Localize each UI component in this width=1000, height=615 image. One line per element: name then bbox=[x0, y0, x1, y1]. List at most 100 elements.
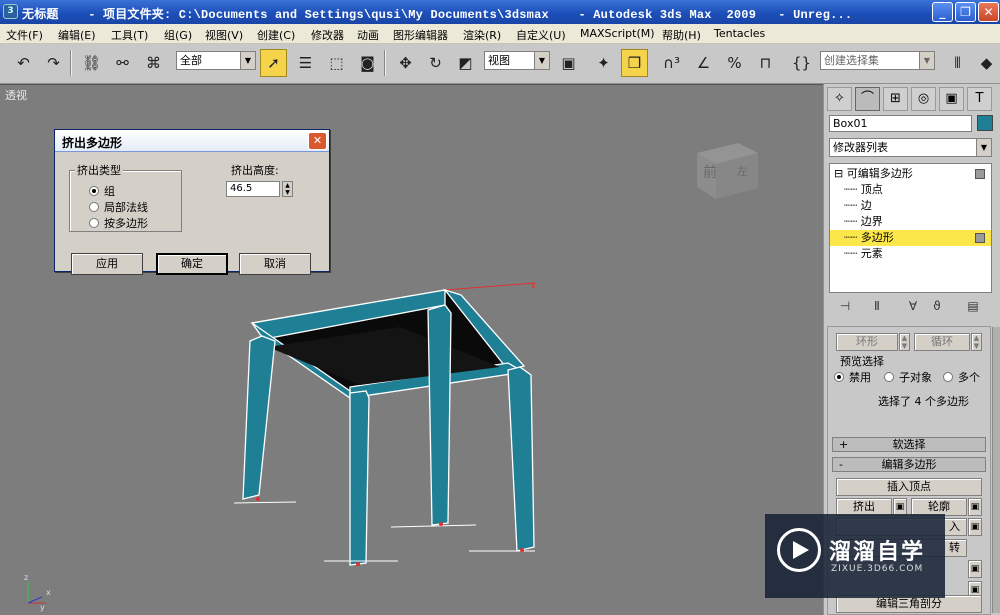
configure-modifier-sets-icon[interactable]: ▤ bbox=[964, 297, 982, 315]
make-unique-icon[interactable]: ∀ bbox=[904, 297, 922, 315]
menu-edit[interactable]: 编辑(E) bbox=[58, 27, 96, 43]
stack-item-editable-poly[interactable]: ⊟ 可编辑多边形 bbox=[830, 166, 991, 182]
menu-customize[interactable]: 自定义(U) bbox=[516, 27, 566, 43]
radio-local-normal[interactable]: 局部法线 bbox=[89, 199, 148, 215]
snap-3d-icon[interactable]: ∩³ bbox=[658, 49, 685, 77]
command-panel-scrollbar[interactable] bbox=[992, 327, 1000, 613]
stack-item-polygon[interactable]: ┈┈ 多边形 bbox=[830, 230, 991, 246]
spinner-snap-icon[interactable]: ⊓ bbox=[752, 49, 779, 77]
undo-icon[interactable]: ↶ bbox=[10, 49, 37, 77]
select-and-move-icon[interactable]: ✥ bbox=[392, 49, 419, 77]
stack-item-edge[interactable]: ┈┈ 边 bbox=[830, 198, 991, 214]
select-and-scale-icon[interactable]: ◩ bbox=[452, 49, 479, 77]
named-selection-dropdown[interactable]: 创建选择集 ▼ bbox=[820, 51, 935, 70]
edit-polygons-rollout[interactable]: - 编辑多边形 bbox=[832, 457, 986, 472]
stack-item-element[interactable]: ┈┈ 元素 bbox=[830, 246, 991, 262]
cancel-button[interactable]: 取消 bbox=[239, 253, 311, 275]
perspective-viewport[interactable]: 前 左 x z x y 透视 挤出多边形 ✕ 挤出类型 组 局部法线 按多边形 … bbox=[0, 84, 823, 615]
stack-visibility-icon[interactable] bbox=[975, 169, 985, 179]
reference-coordinate-dropdown[interactable]: 视图 ▼ bbox=[484, 51, 550, 70]
extrusion-height-input[interactable]: 46.5 bbox=[226, 181, 280, 197]
table-leg-front-left bbox=[349, 390, 370, 566]
inset-settings-icon[interactable]: ▣ bbox=[968, 518, 982, 536]
menu-animation[interactable]: 动画 bbox=[357, 27, 379, 43]
main-toolbar: ↶ ↷ ⛓ ⚯ ⌘ 全部 ▼ ➚ ☰ ⬚ ◙ ✥ ↻ ◩ 视图 ▼ ▣ ✦ ❒ ∩³… bbox=[0, 44, 1000, 84]
menu-graph-editors[interactable]: 图形编辑器 bbox=[393, 27, 448, 43]
dialog-title: 挤出多边形 bbox=[55, 130, 329, 152]
close-button[interactable]: ✕ bbox=[978, 2, 999, 22]
menu-rendering[interactable]: 渲染(R) bbox=[463, 27, 501, 43]
object-color-swatch[interactable] bbox=[977, 115, 993, 131]
menu-help[interactable]: 帮助(H) bbox=[662, 27, 701, 43]
menu-tools[interactable]: 工具(T) bbox=[111, 27, 148, 43]
redo-icon[interactable]: ↷ bbox=[40, 49, 67, 77]
hierarchy-tab-icon[interactable]: ⊞ bbox=[883, 87, 908, 111]
menu-create[interactable]: 创建(C) bbox=[257, 27, 295, 43]
show-end-result-icon[interactable]: Ⅱ bbox=[868, 297, 886, 315]
restore-button[interactable]: ❐ bbox=[955, 2, 976, 22]
angle-snap-icon[interactable]: ∠ bbox=[690, 49, 717, 77]
menu-file[interactable]: 文件(F) bbox=[6, 27, 43, 43]
outline-settings-icon[interactable]: ▣ bbox=[968, 498, 982, 516]
radio-group-label: 组 bbox=[104, 185, 115, 198]
selection-filter-dropdown[interactable]: 全部 ▼ bbox=[176, 51, 256, 70]
select-and-manipulate-icon[interactable]: ✦ bbox=[590, 49, 617, 77]
menu-tentacles[interactable]: Tentacles bbox=[714, 27, 765, 40]
modify-tab-icon[interactable]: ⌒ bbox=[855, 87, 880, 111]
radio-group[interactable]: 组 bbox=[89, 183, 115, 199]
stack-item-border[interactable]: ┈┈ 边界 bbox=[830, 214, 991, 230]
percent-snap-icon[interactable]: % bbox=[721, 49, 748, 77]
align-icon[interactable]: ◆ bbox=[973, 49, 1000, 77]
snaps-toggle-icon[interactable]: ❒ bbox=[621, 49, 648, 77]
extrusion-height-spinner[interactable]: ▲ ▼ bbox=[282, 181, 293, 197]
radio-preview-off[interactable]: 禁用 bbox=[834, 369, 871, 385]
apply-button[interactable]: 应用 bbox=[71, 253, 143, 275]
rollout-sign: - bbox=[839, 458, 843, 471]
radio-preview-multi[interactable]: 多个 bbox=[943, 369, 980, 385]
select-by-name-icon[interactable]: ☰ bbox=[292, 49, 319, 77]
rollout-title: 软选择 bbox=[892, 438, 926, 451]
bind-to-space-warp-icon[interactable]: ⌘ bbox=[140, 49, 167, 77]
menu-group[interactable]: 组(G) bbox=[164, 27, 192, 43]
menu-views[interactable]: 视图(V) bbox=[205, 27, 243, 43]
viewport-label[interactable]: 透视 bbox=[5, 87, 27, 103]
ok-button[interactable]: 确定 bbox=[156, 253, 228, 275]
pin-stack-icon[interactable]: ⊣ bbox=[836, 297, 854, 315]
stack-item-label: 多边形 bbox=[860, 231, 894, 244]
stack-item-vertex[interactable]: ┈┈ 顶点 bbox=[830, 182, 991, 198]
loop-spinner[interactable]: ▲ ▼ bbox=[971, 333, 982, 351]
ring-spinner[interactable]: ▲ ▼ bbox=[899, 333, 910, 351]
settings-icon[interactable]: ▣ bbox=[968, 560, 982, 578]
modifier-list-dropdown[interactable]: 修改器列表 ▼ bbox=[829, 138, 992, 157]
stack-item-label: 可编辑多边形 bbox=[846, 167, 913, 180]
rectangular-selection-icon[interactable]: ⬚ bbox=[323, 49, 350, 77]
window-crossing-icon[interactable]: ◙ bbox=[354, 49, 381, 77]
dialog-close-button[interactable]: ✕ bbox=[308, 132, 327, 150]
motion-tab-icon[interactable]: ◎ bbox=[911, 87, 936, 111]
loop-button[interactable]: 循环 bbox=[914, 333, 970, 351]
menu-maxscript[interactable]: MAXScript(M) bbox=[580, 27, 655, 40]
mirror-icon[interactable]: ⫴ bbox=[944, 49, 971, 77]
select-and-link-icon[interactable]: ⛓ bbox=[78, 49, 105, 77]
modifier-stack: ⊟ 可编辑多边形 ┈┈ 顶点 ┈┈ 边 ┈┈ 边界 ┈┈ 多边形 ┈┈ 元素 bbox=[829, 163, 992, 293]
soft-selection-rollout[interactable]: + 软选择 bbox=[832, 437, 986, 452]
object-name-field[interactable]: Box01 bbox=[829, 115, 972, 132]
radio-dot-icon bbox=[943, 372, 953, 382]
stack-item-label: 边 bbox=[860, 199, 872, 212]
insert-vertex-button[interactable]: 插入顶点 bbox=[836, 478, 982, 496]
unlink-icon[interactable]: ⚯ bbox=[109, 49, 136, 77]
stack-visibility-icon[interactable] bbox=[975, 233, 985, 243]
create-tab-icon[interactable]: ✧ bbox=[827, 87, 852, 111]
display-tab-icon[interactable]: ▣ bbox=[939, 87, 964, 111]
edit-named-selections-icon[interactable]: {} bbox=[788, 49, 815, 77]
menu-modifiers[interactable]: 修改器 bbox=[311, 27, 344, 43]
remove-modifier-icon[interactable]: ϑ bbox=[928, 297, 946, 315]
select-and-rotate-icon[interactable]: ↻ bbox=[422, 49, 449, 77]
radio-preview-subobject[interactable]: 子对象 bbox=[884, 369, 932, 385]
radio-by-polygon[interactable]: 按多边形 bbox=[89, 215, 148, 231]
select-object-icon[interactable]: ➚ bbox=[260, 49, 287, 77]
ring-button[interactable]: 环形 bbox=[836, 333, 898, 351]
minimize-button[interactable]: _ bbox=[932, 2, 953, 22]
pivot-center-icon[interactable]: ▣ bbox=[555, 49, 582, 77]
utilities-tab-icon[interactable]: T bbox=[967, 87, 992, 111]
